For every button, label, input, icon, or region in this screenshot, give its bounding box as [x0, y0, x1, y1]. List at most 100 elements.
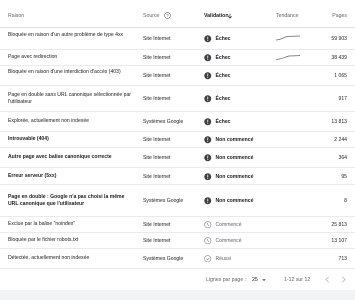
check-circle-icon	[204, 254, 216, 263]
source-cell: Site Internet	[143, 96, 171, 102]
error-icon	[204, 95, 216, 103]
validation-status-label: Échec	[215, 119, 231, 125]
reason-cell: Introuvable (404)	[8, 136, 49, 143]
table-row[interactable]: Bloquée en raison d'un autre problème de…	[0, 28, 355, 50]
validation-status-label: Non commencé	[215, 137, 254, 143]
pages-cell: 1 065	[334, 73, 347, 79]
table-row[interactable]: Erreur serveur (5xx) Site Internet Non com…	[0, 168, 355, 185]
source-cell: Site Internet	[143, 173, 171, 180]
validation-status: Échec	[204, 35, 231, 43]
validation-status: Échec	[204, 72, 231, 80]
clock-icon	[204, 237, 216, 245]
help-icon[interactable]: ?	[164, 12, 171, 19]
rows-per-page-value: 25	[252, 276, 258, 283]
validation-status-label: Non commencé	[215, 155, 254, 161]
validation-status-label: Commencé	[215, 238, 242, 244]
rows-per-page-select[interactable]: 25	[252, 274, 272, 285]
column-header-validation[interactable]: Validation	[204, 13, 229, 19]
previous-page-icon[interactable]	[323, 275, 332, 284]
error-icon	[204, 173, 216, 181]
pages-cell: 13 813	[331, 119, 347, 125]
pages-cell: 59 903	[331, 36, 347, 42]
table-row[interactable]: Autre page avec balise canonique correct…	[0, 148, 355, 168]
source-cell: Site Internet	[143, 55, 171, 61]
validation-status: Non commencé	[204, 154, 253, 162]
table-row[interactable]: Page en double : Google n'a pas choisi l…	[0, 185, 355, 217]
validation-status: Réussi	[204, 254, 232, 263]
table-row[interactable]: Explorée, actuellement non indexée Systèm…	[0, 112, 355, 132]
table-row[interactable]: Bloquée en raison d'une interdiction d'a…	[0, 66, 355, 86]
pagination-bar: Lignes par page : 25 1-12 sur 12	[0, 268, 355, 288]
source-cell: Systèmes Google	[143, 198, 184, 204]
validation-status-label: Échec	[215, 73, 231, 79]
source-cell: Systèmes Google	[143, 255, 184, 262]
reason-cell: Bloquée par le fichier robots.txt	[8, 237, 79, 244]
reason-cell: Explorée, actuellement non indexée	[8, 118, 89, 125]
clock-icon	[204, 221, 216, 229]
column-header-pages[interactable]: Pages	[332, 13, 347, 19]
reason-cell: Autre page avec balise canonique correct…	[8, 154, 112, 161]
table-row[interactable]: Page en double sans URL canonique sélect…	[0, 86, 355, 112]
error-icon	[204, 35, 216, 43]
source-cell: Site Internet	[143, 238, 171, 244]
table-row[interactable]: Exclue par la balise "noindex" Site Inter…	[0, 217, 355, 233]
trend-sparkline	[276, 35, 300, 41]
table-row[interactable]: Introuvable (404) Site Internet Non commen…	[0, 132, 355, 148]
pages-cell: 917	[338, 96, 348, 102]
reason-cell: Page en double sans URL canonique sélect…	[8, 91, 131, 105]
next-page-icon[interactable]	[339, 275, 348, 284]
table-header: Raison Source ? Validation Tendance Page…	[0, 0, 355, 28]
pages-cell: 2 244	[334, 137, 347, 143]
source-cell: Site Internet	[143, 73, 171, 79]
column-header-reason[interactable]: Raison	[8, 13, 24, 19]
error-icon	[204, 54, 216, 62]
validation-status-label: Non commencé	[215, 173, 254, 180]
page-indexing-table: Raison Source ? Validation Tendance Page…	[0, 0, 355, 300]
reason-cell: Bloquée en raison d'une interdiction d'a…	[8, 68, 121, 75]
reason-cell: Page en double : Google n'a pas choisi l…	[8, 193, 125, 207]
validation-status: Échec	[204, 118, 231, 126]
table-row[interactable]: Bloquée par le fichier robots.txt Site In…	[0, 233, 355, 249]
validation-status-label: Échec	[215, 55, 231, 61]
source-cell: Site Internet	[143, 155, 171, 161]
pages-cell: 713	[338, 255, 348, 262]
source-cell: Systèmes Google	[143, 119, 184, 125]
pages-cell: 8	[344, 198, 347, 204]
validation-status-label: Réussi	[215, 255, 232, 262]
reason-cell: Exclue par la balise "noindex"	[8, 221, 76, 228]
column-header-trend[interactable]: Tendance	[276, 13, 299, 19]
validation-status: Échec	[204, 95, 231, 103]
validation-status: Non commencé	[204, 173, 253, 181]
validation-status-label: Échec	[215, 36, 231, 42]
validation-status-label: Non commencé	[215, 198, 254, 204]
validation-status: Commencé	[204, 221, 242, 229]
source-cell: Site Internet	[143, 36, 171, 42]
rows-per-page-label: Lignes par page :	[206, 277, 247, 283]
validation-status: Non commencé	[204, 197, 253, 205]
validation-status-label: Échec	[215, 96, 231, 102]
arrow-down-icon[interactable]	[227, 13, 233, 19]
dropdown-arrow-icon	[261, 278, 266, 281]
trend-sparkline	[276, 55, 300, 60]
error-icon	[204, 72, 216, 80]
reason-cell: Page avec redirection	[8, 54, 58, 61]
table-row[interactable]: Détectée, actuellement non indexée Systèm…	[0, 249, 355, 268]
column-header-source[interactable]: Source	[143, 13, 159, 19]
pages-cell: 38 439	[331, 55, 347, 61]
page-background	[0, 290, 355, 300]
error-icon	[204, 136, 216, 144]
pages-cell: 13 107	[331, 238, 347, 244]
error-icon	[204, 118, 216, 126]
error-icon	[204, 154, 216, 162]
error-icon	[204, 197, 216, 205]
reason-cell: Bloquée en raison d'un autre problème de…	[8, 31, 124, 38]
source-cell: Site Internet	[143, 222, 171, 228]
pages-cell: 364	[338, 155, 348, 161]
table-row[interactable]: Page avec redirection Site Internet Échec 3…	[0, 50, 355, 66]
reason-cell: Détectée, actuellement non indexée	[8, 254, 90, 261]
pages-cell: 25 813	[331, 222, 347, 228]
validation-status: Non commencé	[204, 136, 253, 144]
svg-text:?: ?	[166, 13, 169, 18]
validation-status: Commencé	[204, 237, 242, 245]
source-cell: Site Internet	[143, 137, 171, 143]
